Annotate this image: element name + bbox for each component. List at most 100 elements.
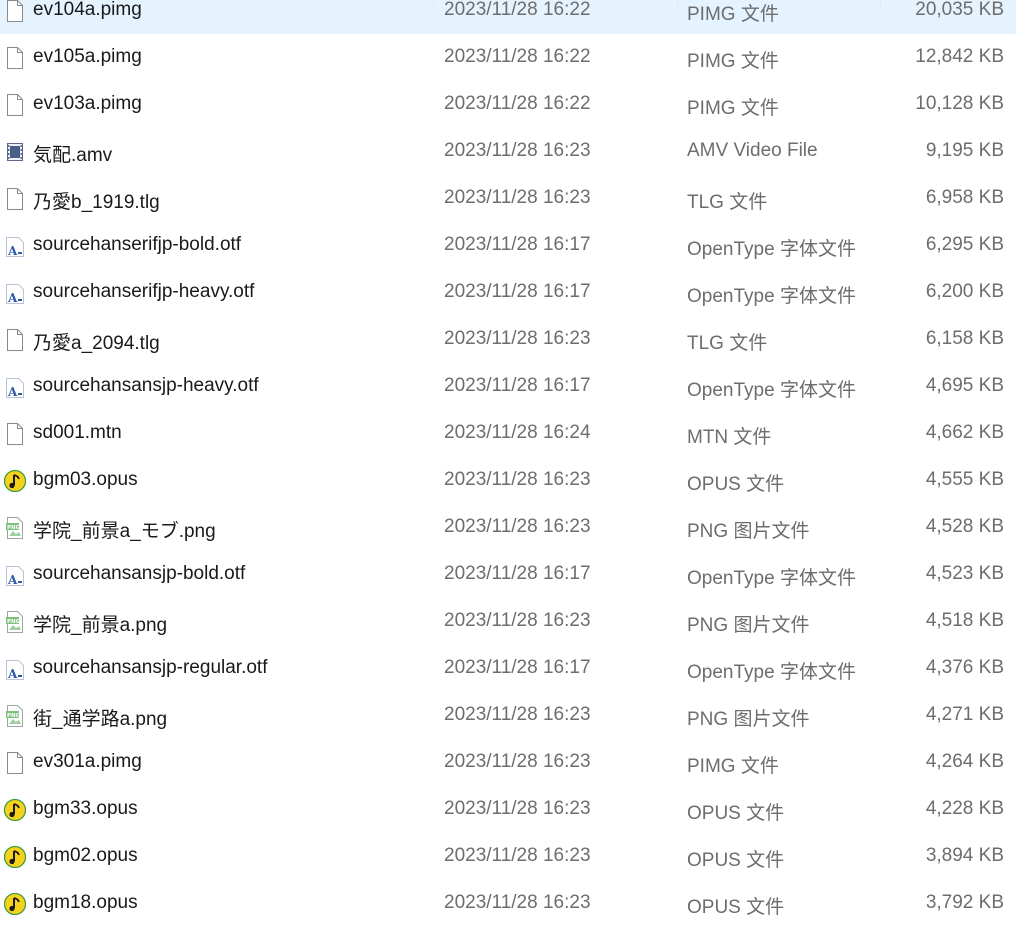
file-type: PIMG 文件 — [687, 51, 779, 72]
file-row[interactable]: PNG 街_通学路a.png 2023/11/28 16:23 PNG 图片文件 4,2… — [0, 692, 1016, 739]
svg-text:PNG: PNG — [7, 713, 21, 719]
file-name[interactable]: 乃愛b_1919.tlg — [33, 187, 160, 214]
file-type: PIMG 文件 — [687, 98, 779, 119]
font-file-icon: A — [4, 563, 26, 587]
column-divider[interactable] — [433, 0, 434, 8]
file-name[interactable]: sourcehansansjp-heavy.otf — [33, 375, 259, 397]
file-name[interactable]: 学院_前景a.png — [33, 610, 167, 637]
file-row[interactable]: PNG 学院_前景a.png 2023/11/28 16:23 PNG 图片文件 4,5… — [0, 598, 1016, 645]
file-name[interactable]: 街_通学路a.png — [33, 704, 167, 731]
file-row[interactable]: ev104a.pimg 2023/11/28 16:22 PIMG 文件 20,035… — [0, 0, 1016, 34]
file-name[interactable]: sourcehanserifjp-bold.otf — [33, 234, 241, 256]
file-type: OPUS 文件 — [687, 897, 785, 918]
file-date-modified: 2023/11/28 16:17 — [444, 234, 591, 255]
file-row[interactable]: Asourcehansansjp-heavy.otf 2023/11/28 16:… — [0, 363, 1016, 410]
blank-file-icon — [4, 93, 26, 117]
file-date-modified: 2023/11/28 16:23 — [444, 892, 591, 913]
file-name[interactable]: sourcehansansjp-bold.otf — [33, 563, 245, 585]
file-row[interactable]: ev301a.pimg 2023/11/28 16:23 PIMG 文件 4,264 … — [0, 739, 1016, 786]
file-row[interactable]: bgm02.opus 2023/11/28 16:23 OPUS 文件 3,894 K… — [0, 833, 1016, 880]
blank-file-icon — [4, 751, 26, 775]
file-row[interactable]: ev105a.pimg 2023/11/28 16:22 PIMG 文件 12,842… — [0, 34, 1016, 81]
font-file-icon: A — [4, 375, 26, 399]
file-name[interactable]: sourcehansansjp-regular.otf — [33, 657, 267, 679]
file-row[interactable]: Asourcehanserifjp-bold.otf 2023/11/28 16:… — [0, 222, 1016, 269]
svg-text:A: A — [7, 667, 18, 681]
file-name[interactable]: bgm03.opus — [33, 469, 138, 491]
file-row[interactable]: bgm33.opus 2023/11/28 16:23 OPUS 文件 4,228 K… — [0, 786, 1016, 833]
file-size: 4,523 KB — [925, 563, 1004, 584]
file-size: 6,958 KB — [925, 187, 1004, 208]
font-file-icon: A — [4, 281, 26, 305]
file-size: 4,264 KB — [925, 751, 1004, 772]
file-size: 20,035 KB — [915, 0, 1004, 20]
file-size: 6,158 KB — [925, 328, 1004, 349]
file-size: 4,555 KB — [925, 469, 1004, 490]
blank-file-icon — [4, 0, 26, 23]
file-type: MTN 文件 — [687, 427, 772, 448]
file-name[interactable]: bgm02.opus — [33, 845, 138, 867]
music-file-icon — [4, 845, 26, 869]
file-date-modified: 2023/11/28 16:23 — [444, 140, 591, 161]
file-name[interactable]: 気配.amv — [33, 140, 112, 167]
file-name[interactable]: bgm18.opus — [33, 892, 138, 914]
svg-text:A: A — [7, 291, 18, 305]
file-row[interactable]: 乃愛b_1919.tlg 2023/11/28 16:23 TLG 文件 6,958 … — [0, 175, 1016, 222]
file-name[interactable]: ev103a.pimg — [33, 93, 142, 115]
file-type: OPUS 文件 — [687, 474, 785, 495]
file-type: OpenType 字体文件 — [687, 380, 856, 401]
music-file-icon — [4, 798, 26, 822]
file-name[interactable]: sd001.mtn — [33, 422, 122, 444]
file-type: PNG 图片文件 — [687, 615, 810, 636]
file-type: TLG 文件 — [687, 192, 768, 213]
file-name[interactable]: ev105a.pimg — [33, 46, 142, 68]
file-type: PNG 图片文件 — [687, 709, 810, 730]
file-name[interactable]: bgm33.opus — [33, 798, 138, 820]
column-divider[interactable] — [880, 0, 881, 8]
file-name[interactable]: 学院_前景a_モブ.png — [33, 516, 216, 543]
file-size: 4,376 KB — [925, 657, 1004, 678]
file-size: 6,295 KB — [925, 234, 1004, 255]
file-row[interactable]: sd001.mtn 2023/11/28 16:24 MTN 文件 4,662 KB — [0, 410, 1016, 457]
file-row[interactable]: ev103a.pimg 2023/11/28 16:22 PIMG 文件 10,128… — [0, 81, 1016, 128]
file-row[interactable]: Asourcehanserifjp-heavy.otf 2023/11/28 16… — [0, 269, 1016, 316]
file-name[interactable]: ev301a.pimg — [33, 751, 142, 773]
file-type: OpenType 字体文件 — [687, 662, 856, 683]
file-date-modified: 2023/11/28 16:23 — [444, 516, 591, 537]
blank-file-icon — [4, 422, 26, 446]
file-name[interactable]: ev104a.pimg — [33, 0, 142, 21]
file-row[interactable]: 乃愛a_2094.tlg 2023/11/28 16:23 TLG 文件 6,158 … — [0, 316, 1016, 363]
column-divider[interactable] — [677, 0, 678, 8]
font-file-icon: A — [4, 234, 26, 258]
file-row[interactable]: PNG 学院_前景a_モブ.png 2023/11/28 16:23 PNG 图片文件… — [0, 504, 1016, 551]
file-date-modified: 2023/11/28 16:22 — [444, 93, 591, 114]
file-size: 3,894 KB — [925, 845, 1004, 866]
file-row[interactable]: Asourcehansansjp-regular.otf 2023/11/28 1… — [0, 645, 1016, 692]
file-type: OpenType 字体文件 — [687, 286, 856, 307]
image-file-icon: PNG — [4, 610, 26, 634]
file-date-modified: 2023/11/28 16:24 — [444, 422, 591, 443]
file-type: AMV Video File — [687, 140, 818, 161]
svg-text:A: A — [7, 244, 18, 258]
svg-text:PNG: PNG — [7, 525, 21, 531]
image-file-icon: PNG — [4, 704, 26, 728]
file-date-modified: 2023/11/28 16:22 — [444, 0, 591, 20]
file-date-modified: 2023/11/28 16:23 — [444, 798, 591, 819]
file-date-modified: 2023/11/28 16:23 — [444, 751, 591, 772]
file-row[interactable]: Asourcehansansjp-bold.otf 2023/11/28 16:1… — [0, 551, 1016, 598]
file-date-modified: 2023/11/28 16:22 — [444, 46, 591, 67]
file-row[interactable]: bgm03.opus 2023/11/28 16:23 OPUS 文件 4,555 K… — [0, 457, 1016, 504]
file-name[interactable]: sourcehanserifjp-heavy.otf — [33, 281, 254, 303]
image-file-icon: PNG — [4, 516, 26, 540]
file-type: OpenType 字体文件 — [687, 568, 856, 589]
file-date-modified: 2023/11/28 16:17 — [444, 375, 591, 396]
file-size: 4,662 KB — [925, 422, 1004, 443]
music-file-icon — [4, 892, 26, 916]
file-name[interactable]: 乃愛a_2094.tlg — [33, 328, 160, 355]
file-type: OPUS 文件 — [687, 850, 785, 871]
svg-text:A: A — [7, 385, 18, 399]
file-type: PNG 图片文件 — [687, 521, 810, 542]
file-row[interactable]: 気配.amv 2023/11/28 16:23 AMV Video File 9,19… — [0, 128, 1016, 175]
file-row[interactable]: bgm18.opus 2023/11/28 16:23 OPUS 文件 3,792 K… — [0, 880, 1016, 927]
file-type: OpenType 字体文件 — [687, 239, 856, 260]
